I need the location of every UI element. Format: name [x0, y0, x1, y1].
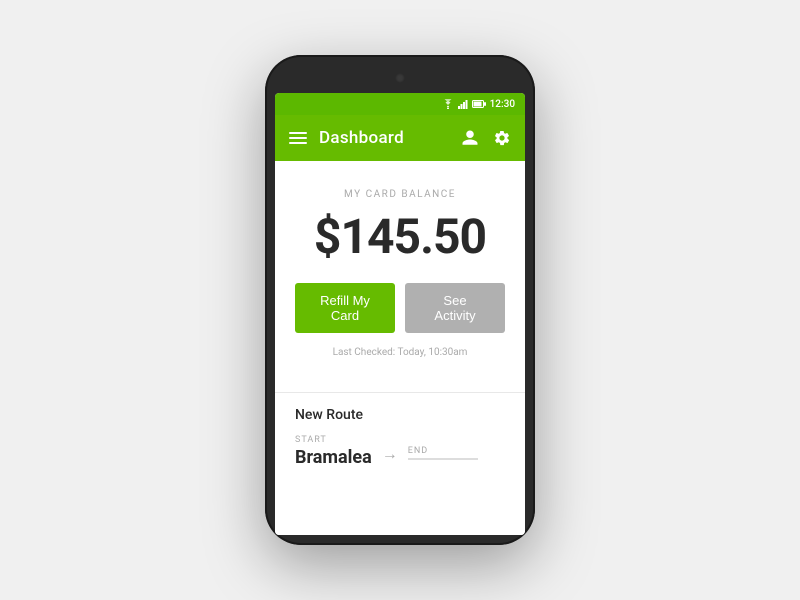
account-icon[interactable] — [461, 129, 479, 147]
last-checked: Last Checked: Today, 10:30am — [333, 347, 468, 358]
divider — [275, 392, 525, 393]
balance-amount: $145.50 — [314, 208, 486, 265]
app-bar-title: Dashboard — [319, 128, 449, 148]
app-bar: Dashboard — [275, 115, 525, 161]
end-label: END — [408, 446, 478, 456]
start-value: Bramalea — [295, 447, 372, 468]
settings-icon[interactable] — [493, 129, 511, 147]
phone-screen: 12:30 Dashboard — [275, 93, 525, 535]
balance-section: MY CARD BALANCE $145.50 Refill My Card S… — [275, 161, 525, 378]
start-label: START — [295, 435, 372, 445]
route-section: New Route START Bramalea → END — [275, 407, 525, 488]
refill-button[interactable]: Refill My Card — [295, 283, 395, 333]
app-bar-actions — [461, 129, 511, 147]
action-buttons: Refill My Card See Activity — [295, 283, 505, 333]
hamburger-line-3 — [289, 142, 307, 144]
wifi-icon — [442, 99, 454, 109]
phone-top-bar — [275, 65, 525, 93]
end-value-line — [408, 458, 478, 460]
hamburger-line-1 — [289, 132, 307, 134]
menu-button[interactable] — [289, 132, 307, 144]
balance-label: MY CARD BALANCE — [344, 189, 456, 200]
route-row: START Bramalea → END — [295, 435, 505, 468]
status-icons: 12:30 — [442, 99, 515, 110]
see-activity-button[interactable]: See Activity — [405, 283, 505, 333]
status-bar: 12:30 — [275, 93, 525, 115]
phone-device: 12:30 Dashboard — [265, 55, 535, 545]
route-end: END — [408, 446, 478, 468]
route-title: New Route — [295, 407, 505, 423]
signal-icon — [458, 99, 468, 109]
battery-icon — [472, 100, 486, 108]
route-arrow-icon: → — [382, 444, 398, 464]
screen-content: MY CARD BALANCE $145.50 Refill My Card S… — [275, 161, 525, 535]
status-time: 12:30 — [490, 99, 515, 110]
hamburger-line-2 — [289, 137, 307, 139]
phone-camera — [395, 73, 405, 83]
route-start: START Bramalea — [295, 435, 372, 468]
